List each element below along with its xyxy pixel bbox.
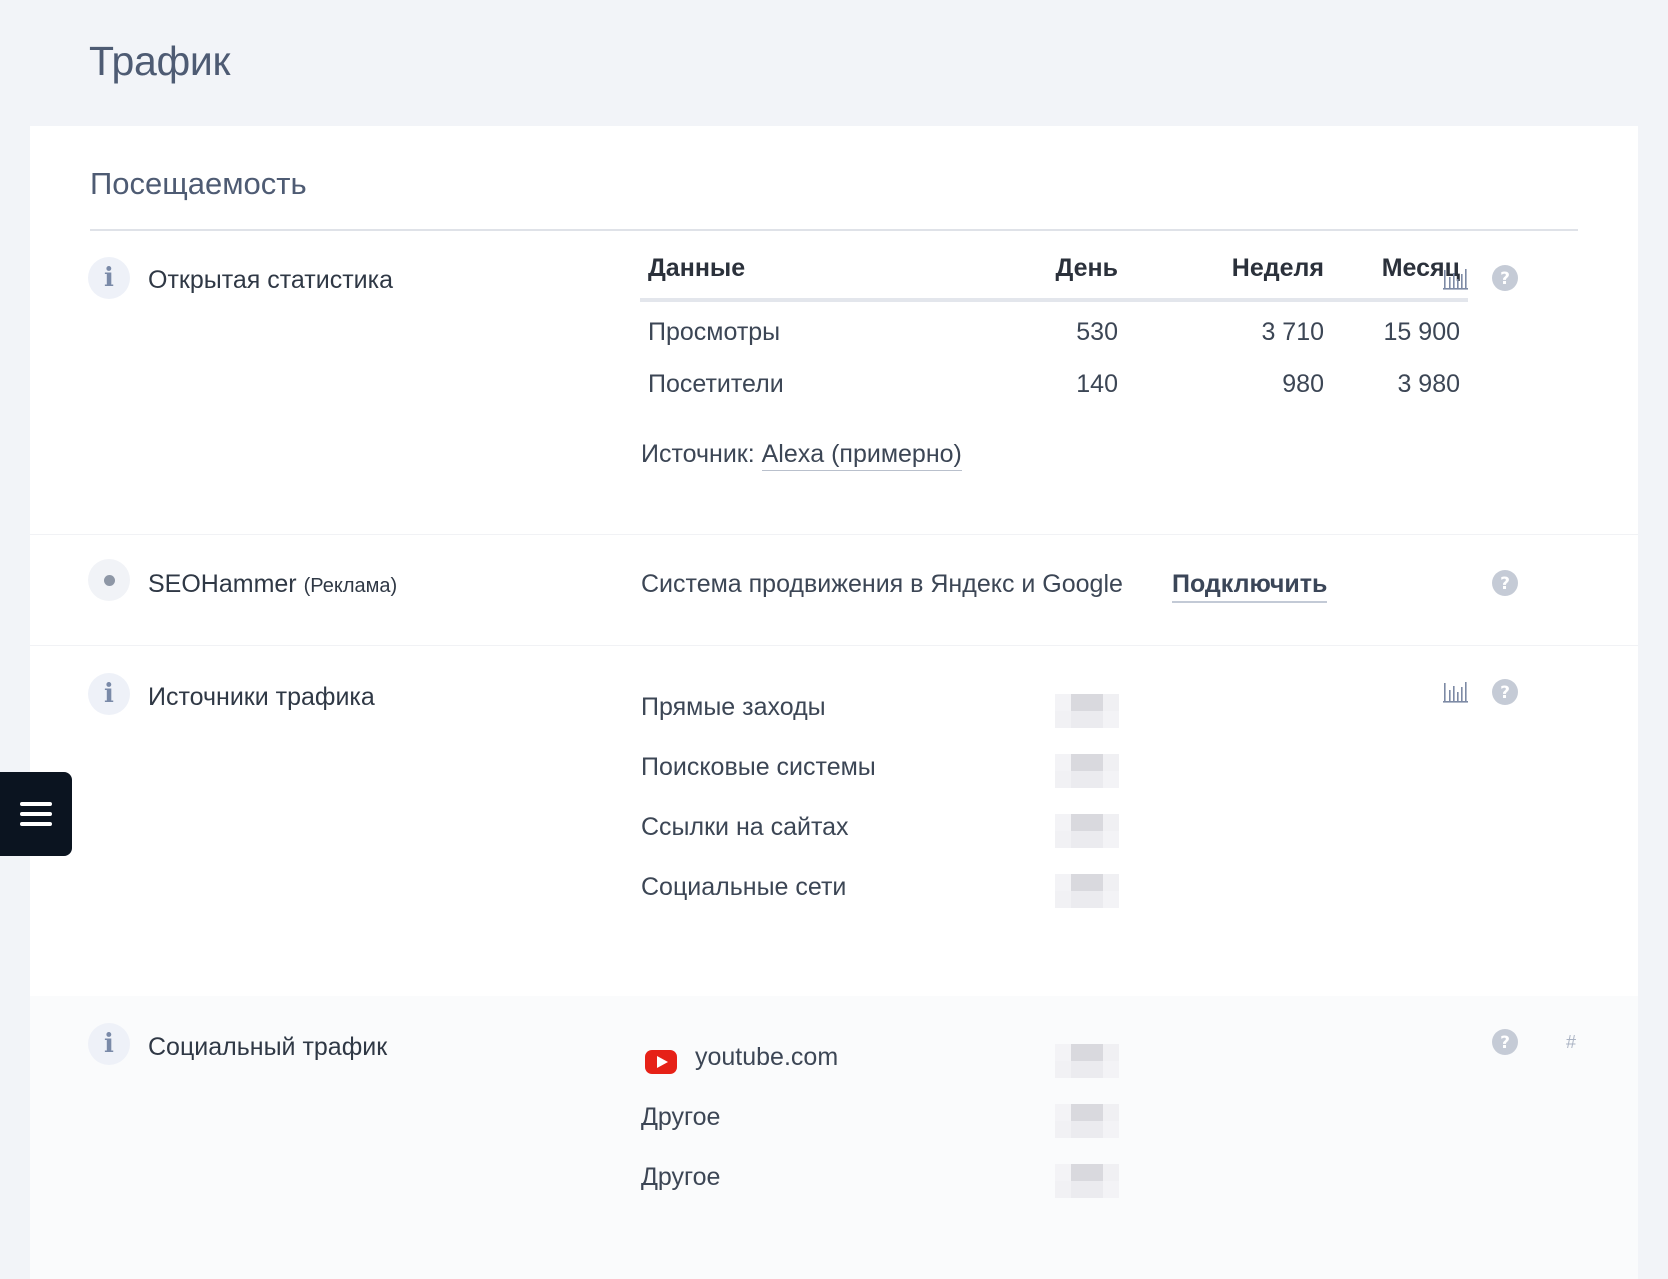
- list-item: Прямые заходы: [641, 693, 826, 721]
- traffic-sources-label: Источники трафика: [148, 683, 375, 711]
- bar-chart-icon[interactable]: [1443, 681, 1469, 703]
- bullet-icon: [88, 559, 130, 601]
- anchor-link[interactable]: #: [1566, 1032, 1576, 1053]
- list-item: Другое: [641, 1103, 721, 1131]
- open-stats-label: Открытая статистика: [148, 266, 394, 294]
- traffic-card: Посещаемость i Открытая статистика Данны…: [30, 126, 1638, 1279]
- list-item: Социальные сети: [641, 873, 847, 901]
- hidden-value: [1055, 754, 1119, 788]
- seohammer-name: SEOHammer: [148, 570, 297, 598]
- list-item: Ссылки на сайтах: [641, 813, 849, 841]
- column-header-month: Месяц: [1381, 254, 1460, 282]
- table-row-visitors-label: Посетители: [648, 370, 784, 398]
- source-link[interactable]: Alexa (примерно): [761, 440, 962, 471]
- row-separator: [30, 534, 1638, 535]
- column-header-week: Неделя: [1231, 254, 1324, 282]
- hidden-value: [1055, 1104, 1119, 1138]
- question-circle-icon[interactable]: ?: [1491, 569, 1519, 597]
- bar-chart-icon[interactable]: [1443, 268, 1469, 290]
- table-row-views-label: Просмотры: [648, 318, 781, 346]
- row-separator: [30, 645, 1638, 646]
- table-header-divider: [640, 298, 1468, 302]
- table-cell-views-week: 3 710: [1261, 318, 1324, 346]
- info-icon[interactable]: i: [88, 1023, 130, 1065]
- connect-link[interactable]: Подключить: [1172, 570, 1328, 603]
- column-header-day: День: [1055, 254, 1119, 282]
- source-prefix: Источник:: [641, 440, 755, 468]
- question-circle-icon[interactable]: ?: [1491, 264, 1519, 292]
- social-traffic-label: Социальный трафик: [148, 1033, 388, 1061]
- question-circle-icon[interactable]: ?: [1491, 678, 1519, 706]
- card-title: Посещаемость: [90, 166, 307, 201]
- hamburger-menu-icon[interactable]: [0, 772, 72, 856]
- seohammer-label: SEOHammer (Реклама): [148, 570, 397, 599]
- list-item: Другое: [641, 1163, 721, 1191]
- hidden-value: [1055, 814, 1119, 848]
- info-icon[interactable]: i: [88, 257, 130, 299]
- table-cell-visitors-month: 3 980: [1397, 370, 1460, 398]
- youtube-icon: [645, 1050, 677, 1074]
- svg-text:?: ?: [1500, 1033, 1510, 1053]
- table-cell-visitors-day: 140: [1076, 370, 1118, 398]
- table-cell-views-month: 15 900: [1383, 318, 1460, 346]
- column-header-data: Данные: [648, 254, 746, 282]
- hidden-value: [1055, 1044, 1119, 1078]
- list-item[interactable]: youtube.com: [695, 1043, 838, 1072]
- info-icon[interactable]: i: [88, 673, 130, 715]
- svg-text:?: ?: [1500, 269, 1510, 289]
- list-item: Поисковые системы: [641, 753, 876, 781]
- source-line: Источник: Alexa (примерно): [641, 440, 962, 471]
- table-cell-visitors-week: 980: [1282, 370, 1324, 398]
- page-title: Трафик: [89, 38, 231, 84]
- hidden-value: [1055, 1164, 1119, 1198]
- svg-text:?: ?: [1500, 574, 1510, 594]
- svg-text:?: ?: [1500, 683, 1510, 703]
- seohammer-ad-tag: (Реклама): [303, 575, 398, 597]
- hidden-value: [1055, 874, 1119, 908]
- table-cell-views-day: 530: [1076, 318, 1118, 346]
- hidden-value: [1055, 694, 1119, 728]
- seohammer-description: Система продвижения в Яндекс и Google: [641, 570, 1123, 598]
- card-divider: [90, 229, 1578, 231]
- question-circle-icon[interactable]: ?: [1491, 1028, 1519, 1056]
